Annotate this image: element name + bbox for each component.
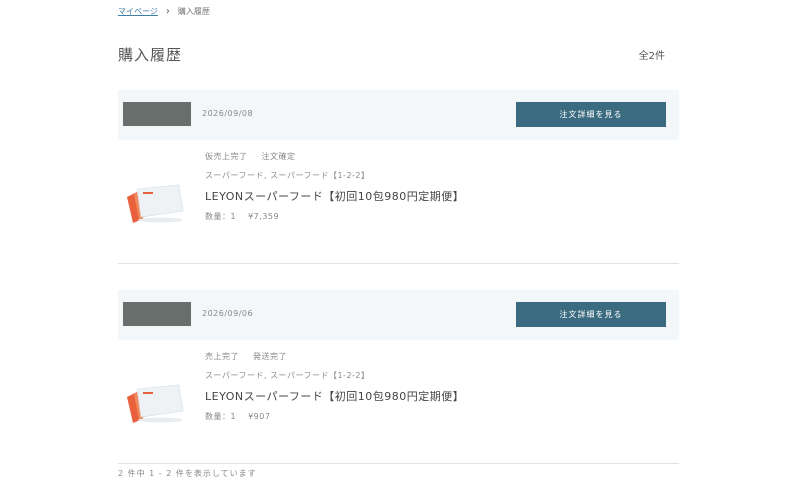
order-header: 2026/09/06 注文詳細を見る <box>118 290 679 340</box>
price: ¥7,359 <box>248 212 280 221</box>
order-body: 仮売上完了 注文確定 スーパーフード, スーパーフード【1-2-2】 LEYONス… <box>118 140 679 264</box>
product-image[interactable] <box>125 383 187 425</box>
order-body: 売上完了 発送完了 スーパーフード, スーパーフード【1-2-2】 LEYONスー… <box>118 340 679 464</box>
quantity-price: 数量：1 ¥907 <box>205 411 270 422</box>
order-count: 全2件 <box>638 51 665 62</box>
order-card: 2026/09/06 注文詳細を見る 売上完了 発送完了 スーパーフード, スーパ… <box>118 290 679 464</box>
order-id-redacted <box>123 302 191 326</box>
order-status: 売上完了 発送完了 <box>205 351 287 362</box>
quantity: 数量：1 <box>205 412 237 421</box>
payment-status: 売上完了 <box>205 352 239 361</box>
quantity: 数量：1 <box>205 212 237 221</box>
payment-status: 仮売上完了 <box>205 152 248 161</box>
order-status: 仮売上完了 注文確定 <box>205 151 296 162</box>
product-variant: スーパーフード, スーパーフード【1-2-2】 <box>205 171 370 180</box>
order-state: 発送完了 <box>253 352 287 361</box>
order-detail-button[interactable]: 注文詳細を見る <box>516 102 666 127</box>
order-date: 2026/09/06 <box>202 309 254 318</box>
breadcrumb-mypage-link[interactable]: マイページ <box>118 6 158 17</box>
breadcrumb-current: 購入履歴 <box>177 7 210 16</box>
order-id-redacted <box>123 102 191 126</box>
breadcrumb: マイページ › 購入履歴 <box>118 6 210 17</box>
order-detail-button[interactable]: 注文詳細を見る <box>516 302 666 327</box>
order-date: 2026/09/08 <box>202 109 254 118</box>
chevron-right-icon: › <box>165 5 170 17</box>
product-name[interactable]: LEYONスーパーフード【初回10包980円定期便】 <box>205 188 464 204</box>
page-title: 購入履歴 <box>118 46 183 64</box>
product-name[interactable]: LEYONスーパーフード【初回10包980円定期便】 <box>205 388 464 404</box>
quantity-price: 数量：1 ¥7,359 <box>205 211 279 222</box>
price: ¥907 <box>248 412 271 421</box>
order-state: 注文確定 <box>261 152 296 161</box>
product-variant: スーパーフード, スーパーフード【1-2-2】 <box>205 371 370 380</box>
pagination-summary: 2 件中 1 - 2 件を表示しています <box>118 469 257 478</box>
product-image[interactable] <box>125 183 187 225</box>
order-header: 2026/09/08 注文詳細を見る <box>118 90 679 140</box>
order-card: 2026/09/08 注文詳細を見る 仮売上完了 注文確定 スーパーフード, スー… <box>118 90 679 264</box>
